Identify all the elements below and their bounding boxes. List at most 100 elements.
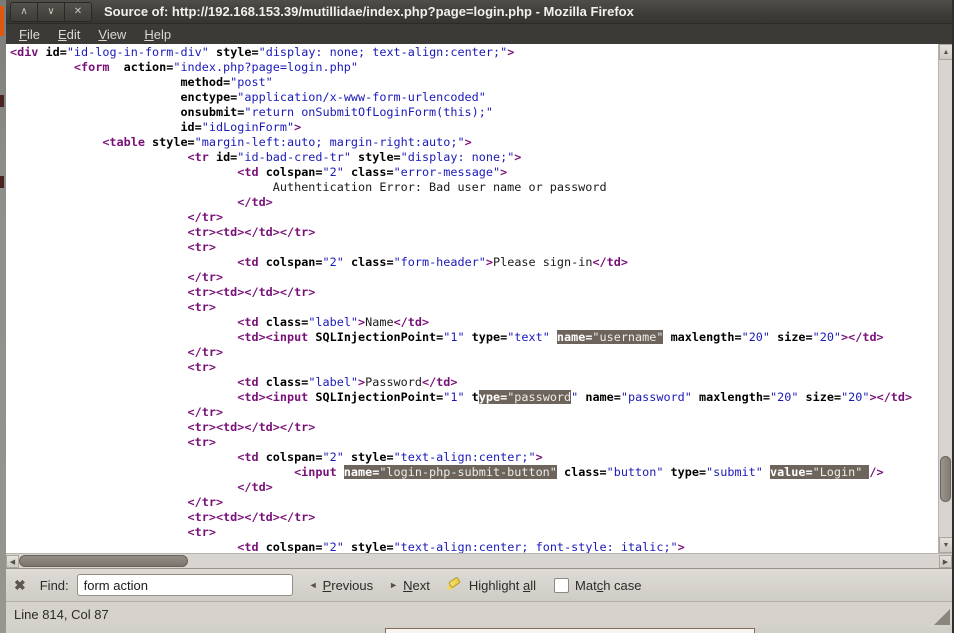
source-line: <td><input SQLInjectionPoint="1" type="p… bbox=[10, 390, 938, 405]
source-line: <td colspan="2" style="text-align:center… bbox=[10, 450, 938, 465]
source-token: <tr bbox=[188, 150, 216, 164]
source-token bbox=[557, 465, 564, 479]
find-input[interactable] bbox=[77, 574, 293, 596]
source-token: "application/x-www-form-urlencoded" bbox=[237, 90, 486, 104]
vertical-scrollbar[interactable]: ▲ ▼ bbox=[938, 44, 952, 553]
search-highlight: "password bbox=[507, 390, 571, 404]
shade-button[interactable]: ∧ bbox=[11, 3, 38, 21]
source-token: maxlength= bbox=[699, 390, 770, 404]
horizontal-scrollbar[interactable]: ◀ ▶ bbox=[6, 553, 952, 568]
source-token: Authentication Error: Bad user name or p… bbox=[273, 180, 607, 194]
menu-item-file[interactable]: File bbox=[10, 26, 49, 43]
source-token: "text-align:center; font-style: italic;" bbox=[394, 540, 678, 553]
source-token: </tr> bbox=[188, 270, 224, 284]
findbar-close-button[interactable]: ✖ bbox=[14, 577, 26, 594]
source-line: <input name="login-php-submit-button" cl… bbox=[10, 465, 938, 480]
find-next-button[interactable]: ► Next bbox=[389, 578, 430, 593]
source-token: </tr> bbox=[188, 405, 224, 419]
source-line: <td colspan="2" style="text-align:center… bbox=[10, 540, 938, 553]
source-line: <div id="id-log-in-form-div" style="disp… bbox=[10, 45, 938, 60]
source-line: Authentication Error: Bad user name or p… bbox=[10, 180, 938, 195]
source-token: "2" bbox=[323, 165, 351, 179]
source-line: </tr> bbox=[10, 345, 938, 360]
source-token: <td><input bbox=[237, 390, 315, 404]
match-case-control[interactable]: Match case bbox=[554, 578, 641, 593]
highlight-all-label: Highlight all bbox=[469, 578, 536, 593]
source-line: <tr><td></td></tr> bbox=[10, 225, 938, 240]
source-line: <tr><td></td></tr> bbox=[10, 285, 938, 300]
source-line: <tr> bbox=[10, 360, 938, 375]
source-token: "display: none;" bbox=[401, 150, 515, 164]
source-token: </td> bbox=[237, 195, 273, 209]
source-token bbox=[663, 330, 670, 344]
highlight-all-button[interactable]: Highlight all bbox=[446, 578, 536, 593]
source-token: type= bbox=[671, 465, 707, 479]
source-token: "margin-left:auto; margin-right:auto;" bbox=[195, 135, 465, 149]
source-token: > bbox=[500, 165, 507, 179]
search-highlight: "Login" bbox=[813, 465, 870, 479]
source-token: maxlength= bbox=[671, 330, 742, 344]
source-line: <td class="label">Password</td> bbox=[10, 375, 938, 390]
source-token: > bbox=[678, 540, 685, 553]
source-token: <td><input bbox=[237, 330, 315, 344]
menu-item-help[interactable]: Help bbox=[135, 26, 180, 43]
source-token: "password" bbox=[621, 390, 699, 404]
menu-item-view[interactable]: View bbox=[89, 26, 135, 43]
source-line: id="idLoginForm"> bbox=[10, 120, 938, 135]
source-line: </tr> bbox=[10, 210, 938, 225]
source-token: > bbox=[507, 45, 514, 59]
shade-icon: ∧ bbox=[20, 7, 27, 17]
source-token: type= bbox=[472, 330, 508, 344]
bottom-desktop-strip bbox=[6, 627, 952, 633]
source-token: t bbox=[472, 390, 479, 404]
vertical-scrollbar-thumb[interactable] bbox=[940, 456, 951, 502]
source-token: colspan= bbox=[266, 540, 323, 553]
resize-grip[interactable] bbox=[934, 609, 950, 625]
window-titlebar[interactable]: ∧ ∨ ✕ Source of: http://192.168.153.39/m… bbox=[6, 0, 952, 24]
source-token: "20" bbox=[742, 330, 778, 344]
source-token: "label" bbox=[308, 315, 358, 329]
source-token: style= bbox=[216, 45, 259, 59]
find-previous-button[interactable]: ◄ Previous bbox=[309, 578, 374, 593]
source-token: > bbox=[294, 120, 301, 134]
source-token: "return onSubmitOfLoginForm(this);" bbox=[244, 105, 493, 119]
source-token: "display: none; text-align:center;" bbox=[259, 45, 508, 59]
highlighter-icon bbox=[446, 578, 462, 592]
source-token: colspan= bbox=[266, 450, 323, 464]
search-highlight: "username" bbox=[592, 330, 663, 344]
minimize-button[interactable]: ∨ bbox=[38, 3, 65, 21]
source-line: <form action="index.php?page=login.php" bbox=[10, 60, 938, 75]
source-line: <table style="margin-left:auto; margin-r… bbox=[10, 135, 938, 150]
source-line: method="post" bbox=[10, 75, 938, 90]
source-line: <td colspan="2" class="error-message"> bbox=[10, 165, 938, 180]
source-token: "error-message" bbox=[394, 165, 501, 179]
source-token: "text" bbox=[507, 330, 557, 344]
source-token: class= bbox=[351, 165, 394, 179]
source-token: id= bbox=[46, 45, 67, 59]
source-token: Password bbox=[365, 375, 422, 389]
menu-item-edit[interactable]: Edit bbox=[49, 26, 89, 43]
match-case-label: Match case bbox=[575, 578, 641, 593]
source-token: "2" bbox=[323, 450, 351, 464]
horizontal-scrollbar-thumb[interactable] bbox=[19, 555, 188, 567]
screen: ∧ ∨ ✕ Source of: http://192.168.153.39/m… bbox=[0, 0, 954, 633]
match-case-checkbox[interactable] bbox=[554, 578, 569, 593]
scroll-down-button[interactable]: ▼ bbox=[939, 537, 952, 553]
close-button[interactable]: ✕ bbox=[65, 3, 91, 21]
scroll-up-button[interactable]: ▲ bbox=[939, 44, 952, 60]
source-token: "label" bbox=[308, 375, 358, 389]
source-token: > bbox=[465, 135, 472, 149]
background-window-fragment bbox=[385, 628, 755, 633]
scroll-right-button[interactable]: ▶ bbox=[939, 555, 952, 568]
source-token: "id-bad-cred-tr" bbox=[237, 150, 358, 164]
find-previous-label: Previous bbox=[323, 578, 374, 593]
source-token: > bbox=[486, 255, 493, 269]
source-token: </tr> bbox=[188, 495, 224, 509]
scroll-left-button[interactable]: ◀ bbox=[6, 555, 19, 568]
source-token: colspan= bbox=[266, 165, 323, 179]
source-token: Name bbox=[365, 315, 393, 329]
source-token: <td bbox=[237, 375, 265, 389]
source-view[interactable]: <div id="id-log-in-form-div" style="disp… bbox=[6, 44, 938, 553]
arrow-left-icon: ◀ bbox=[10, 558, 15, 566]
source-token: <div bbox=[10, 45, 46, 59]
